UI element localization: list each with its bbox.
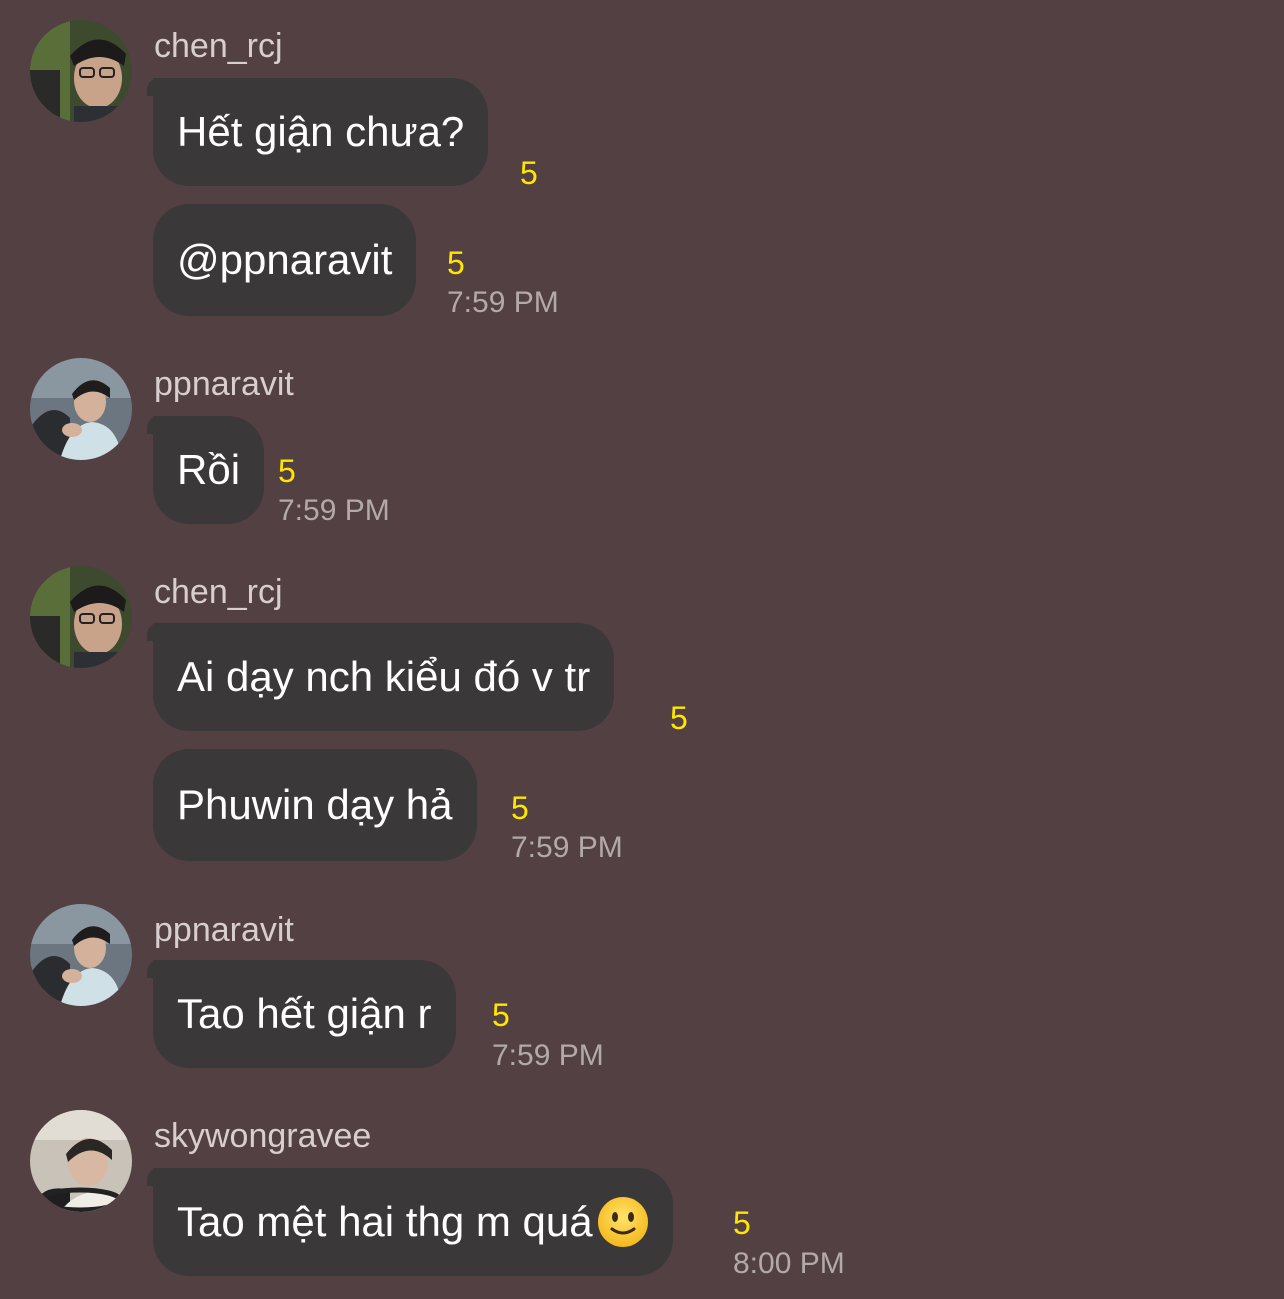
message-text: Hết giận chưa? (177, 108, 465, 155)
timestamp: 7:59 PM (447, 286, 559, 319)
message-bubble[interactable]: Tao mệt hai thg m quá (147, 1168, 673, 1276)
timestamp: 7:59 PM (278, 494, 390, 527)
avatar-ppnaravit[interactable] (30, 358, 132, 460)
message-bubble[interactable]: Tao hết giận r (147, 960, 456, 1068)
message-text: @ppnaravit (177, 236, 393, 283)
reaction-count[interactable]: 5 (670, 701, 688, 735)
message-bubble[interactable]: Hết giận chưa? (146, 78, 489, 186)
message-bubble[interactable]: Phuwin dạy hả (153, 749, 477, 861)
timestamp: 8:00 PM (733, 1247, 845, 1280)
sender-name: skywongravee (154, 1117, 372, 1155)
message-bubble[interactable]: Rồi (146, 416, 265, 524)
avatar-skywongravee[interactable] (30, 1110, 132, 1212)
avatar-ppnaravit[interactable] (30, 904, 132, 1006)
timestamp: 7:59 PM (511, 831, 623, 864)
slightly-smiling-face-icon (597, 1197, 648, 1247)
reaction-count[interactable]: 5 (733, 1206, 751, 1240)
sender-name: ppnaravit (154, 911, 294, 949)
message-text: Tao mệt hai thg m quá (177, 1198, 593, 1245)
sender-name: chen_rcj (154, 27, 283, 65)
sender-name: ppnaravit (154, 365, 294, 403)
avatar-chen-rcj[interactable] (30, 566, 132, 668)
sender-name: chen_rcj (154, 573, 283, 611)
reaction-count[interactable]: 5 (492, 998, 510, 1032)
reaction-count[interactable]: 5 (278, 454, 296, 488)
message-text: Rồi (177, 446, 241, 493)
timestamp: 7:59 PM (492, 1039, 604, 1072)
message-text: Tao hết giận r (177, 990, 432, 1037)
message-text: Ai dạy nch kiểu đó v tr (177, 653, 591, 700)
message-bubble[interactable]: Ai dạy nch kiểu đó v tr (146, 623, 615, 731)
reaction-count[interactable]: 5 (520, 156, 538, 190)
reaction-count[interactable]: 5 (447, 246, 465, 280)
avatar-chen-rcj[interactable] (30, 20, 132, 122)
reaction-count[interactable]: 5 (511, 791, 529, 825)
message-bubble[interactable]: @ppnaravit (153, 204, 417, 316)
message-text: Phuwin dạy hả (177, 781, 453, 828)
